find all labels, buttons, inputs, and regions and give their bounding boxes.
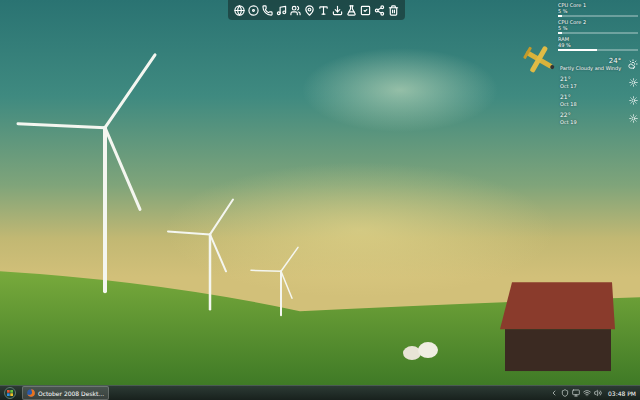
airplane-icon[interactable] bbox=[518, 40, 560, 80]
forecast-day: 22°Oct 19 bbox=[560, 111, 638, 125]
weather-current: 24°Partly Cloudy and Windy bbox=[560, 57, 638, 71]
screen: CPU Core 15 %CPU Core 25 %RAM49 %24°Part… bbox=[0, 0, 640, 400]
desktop: CPU Core 15 %CPU Core 25 %RAM49 %24°Part… bbox=[0, 0, 640, 385]
meter-fill bbox=[558, 32, 562, 34]
meter: RAM49 % bbox=[558, 36, 638, 51]
temperature: 21° bbox=[560, 93, 571, 101]
shield-icon[interactable] bbox=[561, 389, 569, 397]
volume-icon[interactable] bbox=[594, 389, 602, 397]
meter-label: RAM bbox=[558, 36, 638, 42]
sun-icon bbox=[629, 114, 638, 123]
dock-item[interactable] bbox=[360, 3, 371, 17]
wallpaper bbox=[0, 0, 640, 385]
share-icon[interactable] bbox=[374, 5, 385, 16]
system-monitor: CPU Core 15 %CPU Core 25 %RAM49 % bbox=[558, 2, 638, 51]
disc-icon[interactable] bbox=[248, 5, 259, 16]
dock-item[interactable] bbox=[332, 3, 343, 17]
weather: 24°Partly Cloudy and Windy21°Oct 1721°Oc… bbox=[558, 57, 638, 125]
download-icon[interactable] bbox=[332, 5, 343, 16]
text-icon[interactable] bbox=[318, 5, 329, 16]
phone-icon[interactable] bbox=[262, 5, 273, 16]
meter: CPU Core 25 % bbox=[558, 19, 638, 34]
meter-fill bbox=[558, 49, 597, 51]
temperature: 24° bbox=[609, 57, 621, 65]
dock-item[interactable] bbox=[262, 3, 273, 17]
task-button[interactable]: October 2008 Deskt... bbox=[22, 386, 109, 400]
meter-reading: 5 % bbox=[558, 25, 638, 31]
date: Oct 19 bbox=[560, 119, 577, 125]
dock bbox=[228, 0, 405, 20]
condition: Partly Cloudy and Windy bbox=[560, 65, 621, 71]
taskbar: October 2008 Deskt... 03:48 PM bbox=[0, 385, 640, 400]
meter-reading: 49 % bbox=[558, 42, 638, 48]
show-hidden-icon[interactable] bbox=[550, 389, 558, 397]
sun-icon bbox=[629, 78, 638, 87]
system-tray: 03:48 PM bbox=[550, 389, 636, 397]
browser-icon[interactable] bbox=[234, 5, 245, 16]
gadgets: CPU Core 15 %CPU Core 25 %RAM49 %24°Part… bbox=[558, 2, 638, 125]
music-icon[interactable] bbox=[276, 5, 287, 16]
dock-item[interactable] bbox=[388, 3, 399, 17]
meter-label: CPU Core 2 bbox=[558, 19, 638, 25]
dock-item[interactable] bbox=[318, 3, 329, 17]
dock-item[interactable] bbox=[374, 3, 385, 17]
partly-cloudy-icon bbox=[628, 59, 638, 69]
checkbox-icon[interactable] bbox=[360, 5, 371, 16]
meter-reading: 5 % bbox=[558, 8, 638, 14]
sun-icon bbox=[629, 96, 638, 105]
forecast-day: 21°Oct 17 bbox=[560, 75, 638, 89]
meter-fill bbox=[558, 15, 562, 17]
meter-track bbox=[558, 15, 638, 17]
dock-item[interactable] bbox=[304, 3, 315, 17]
start-icon[interactable] bbox=[4, 387, 16, 399]
date: Oct 18 bbox=[560, 101, 577, 107]
meter-track bbox=[558, 49, 638, 51]
date: Oct 17 bbox=[560, 83, 577, 89]
dock-item[interactable] bbox=[276, 3, 287, 17]
dock-item[interactable] bbox=[290, 3, 301, 17]
network-icon[interactable] bbox=[583, 389, 591, 397]
users-icon[interactable] bbox=[290, 5, 301, 16]
temperature: 22° bbox=[560, 111, 571, 119]
meter: CPU Core 15 % bbox=[558, 2, 638, 17]
clock[interactable]: 03:48 PM bbox=[605, 390, 636, 397]
pin-icon[interactable] bbox=[304, 5, 315, 16]
monitor-icon[interactable] bbox=[572, 389, 580, 397]
temperature: 21° bbox=[560, 75, 571, 83]
trash-icon[interactable] bbox=[388, 5, 399, 16]
meter-label: CPU Core 1 bbox=[558, 2, 638, 8]
dock-item[interactable] bbox=[234, 3, 245, 17]
dock-item[interactable] bbox=[346, 3, 357, 17]
forecast-day: 21°Oct 18 bbox=[560, 93, 638, 107]
task-label: October 2008 Deskt... bbox=[38, 390, 104, 397]
meter-track bbox=[558, 32, 638, 34]
flask-icon[interactable] bbox=[346, 5, 357, 16]
firefox-icon bbox=[27, 389, 35, 397]
dock-item[interactable] bbox=[248, 3, 259, 17]
